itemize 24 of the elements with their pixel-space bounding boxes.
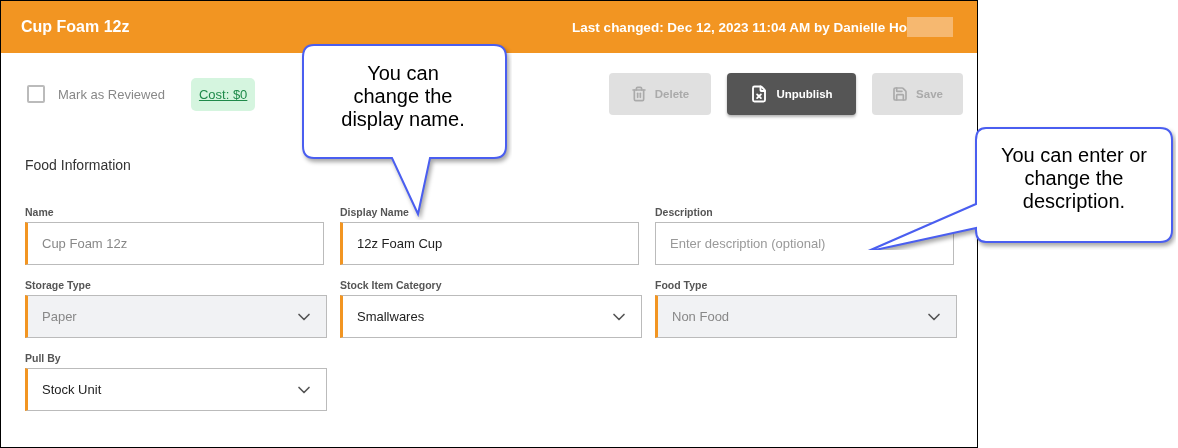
field-label: Pull By: [25, 352, 61, 364]
cost-link[interactable]: Cost: $0: [190, 77, 256, 111]
trash-icon: [630, 86, 647, 102]
input-field[interactable]: Enter description (optional): [655, 222, 954, 265]
redaction-blur: [907, 17, 953, 37]
field-label: Food Type: [655, 279, 708, 291]
select-field[interactable]: Stock Unit: [25, 368, 327, 411]
reviewed-checkbox[interactable]: [27, 85, 45, 103]
field-label: Name: [25, 206, 54, 218]
page-title: Cup Foam 12z: [21, 18, 130, 36]
save-icon: [892, 86, 909, 102]
unpublish-button[interactable]: Unpublish: [727, 73, 856, 115]
section-title: Food Information: [24, 157, 132, 173]
callout-text: You can change the display name.: [340, 62, 466, 131]
callout-text: You can enter or change the description.: [999, 144, 1148, 213]
select-field[interactable]: Smallwares: [340, 295, 642, 338]
reviewed-label: Mark as Reviewed: [58, 86, 165, 102]
field-label: Storage Type: [25, 279, 91, 291]
field-label: Description: [655, 206, 713, 218]
input-field[interactable]: 12z Foam Cup: [340, 222, 639, 265]
last-changed-text: Last changed: Dec 12, 2023 11:04 AM by Danielle Ho: [572, 19, 907, 35]
crossed-file-icon: [750, 85, 769, 103]
field-label: Display Name: [340, 206, 409, 218]
field-label: Stock Item Category: [340, 279, 442, 291]
